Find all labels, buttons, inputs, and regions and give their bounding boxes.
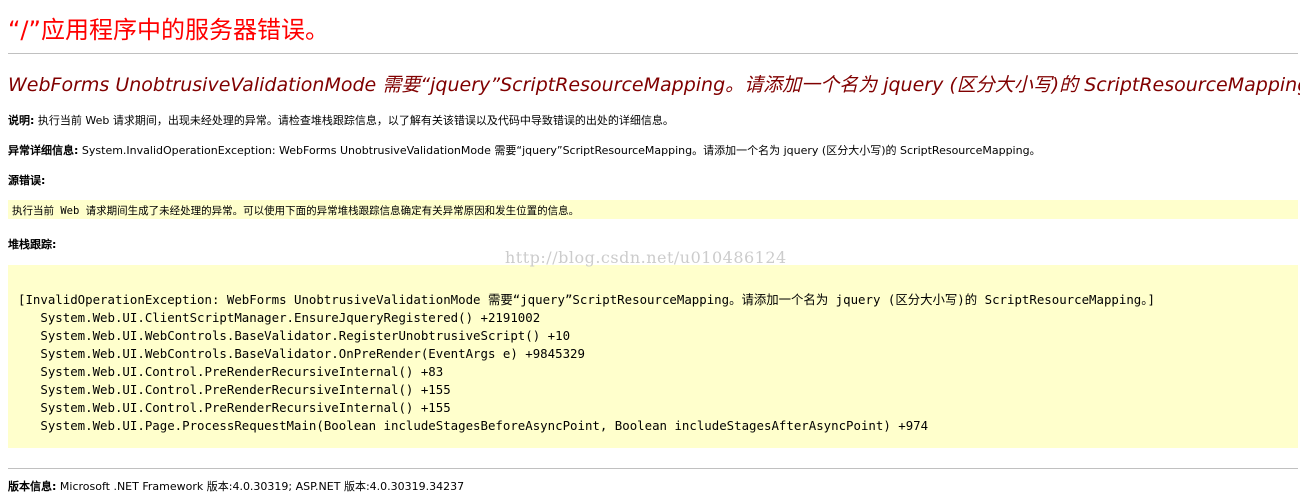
stack-trace-line: System.Web.UI.WebControls.BaseValidator.… — [18, 328, 571, 343]
error-page: “/”应用程序中的服务器错误。 WebForms UnobtrusiveVali… — [0, 0, 1300, 496]
source-error-label: 源错误: — [8, 174, 46, 187]
stack-trace-text: [InvalidOperationException: WebForms Uno… — [18, 291, 1155, 435]
source-error-text: 执行当前 Web 请求期间生成了未经处理的异常。可以使用下面的异常堆栈跟踪信息确… — [12, 205, 580, 217]
version-info-section: 版本信息: Microsoft .NET Framework 版本:4.0.30… — [8, 478, 464, 494]
stack-trace-line: System.Web.UI.ClientScriptManager.Ensure… — [18, 310, 541, 325]
stack-trace-label: 堆栈跟踪: — [8, 238, 57, 251]
stack-trace-box: [InvalidOperationException: WebForms Uno… — [8, 265, 1298, 448]
title-divider — [8, 53, 1298, 54]
footer-divider — [8, 468, 1298, 469]
stack-trace-section: 堆栈跟踪: — [8, 236, 56, 252]
stack-trace-line: [InvalidOperationException: WebForms Uno… — [18, 292, 1155, 307]
exception-details-text: System.InvalidOperationException: WebFor… — [78, 144, 1041, 157]
description-section: 说明: 执行当前 Web 请求期间，出现未经处理的异常。请检查堆栈跟踪信息，以了… — [8, 112, 674, 128]
exception-details-section: 异常详细信息: System.InvalidOperationException… — [8, 142, 1041, 158]
description-label: 说明: — [8, 114, 35, 127]
stack-trace-line: System.Web.UI.Control.PreRenderRecursive… — [18, 382, 451, 397]
stack-trace-line: System.Web.UI.Page.ProcessRequestMain(Bo… — [18, 418, 929, 433]
page-title: “/”应用程序中的服务器错误。 — [8, 16, 329, 44]
stack-trace-line: System.Web.UI.Control.PreRenderRecursive… — [18, 364, 444, 379]
error-heading: WebForms UnobtrusiveValidationMode 需要“jq… — [8, 74, 1300, 96]
version-info-label: 版本信息: — [8, 480, 57, 493]
exception-details-label: 异常详细信息: — [8, 144, 79, 157]
description-text: 执行当前 Web 请求期间，出现未经处理的异常。请检查堆栈跟踪信息，以了解有关该… — [34, 114, 674, 127]
version-info-text: Microsoft .NET Framework 版本:4.0.30319; A… — [56, 480, 465, 493]
stack-trace-line: System.Web.UI.Control.PreRenderRecursive… — [18, 400, 451, 415]
stack-trace-line: System.Web.UI.WebControls.BaseValidator.… — [18, 346, 585, 361]
watermark: http://blog.csdn.net/u010486124 — [505, 248, 787, 267]
source-error-section: 源错误: — [8, 172, 45, 188]
source-error-box: 执行当前 Web 请求期间生成了未经处理的异常。可以使用下面的异常堆栈跟踪信息确… — [8, 200, 1298, 219]
